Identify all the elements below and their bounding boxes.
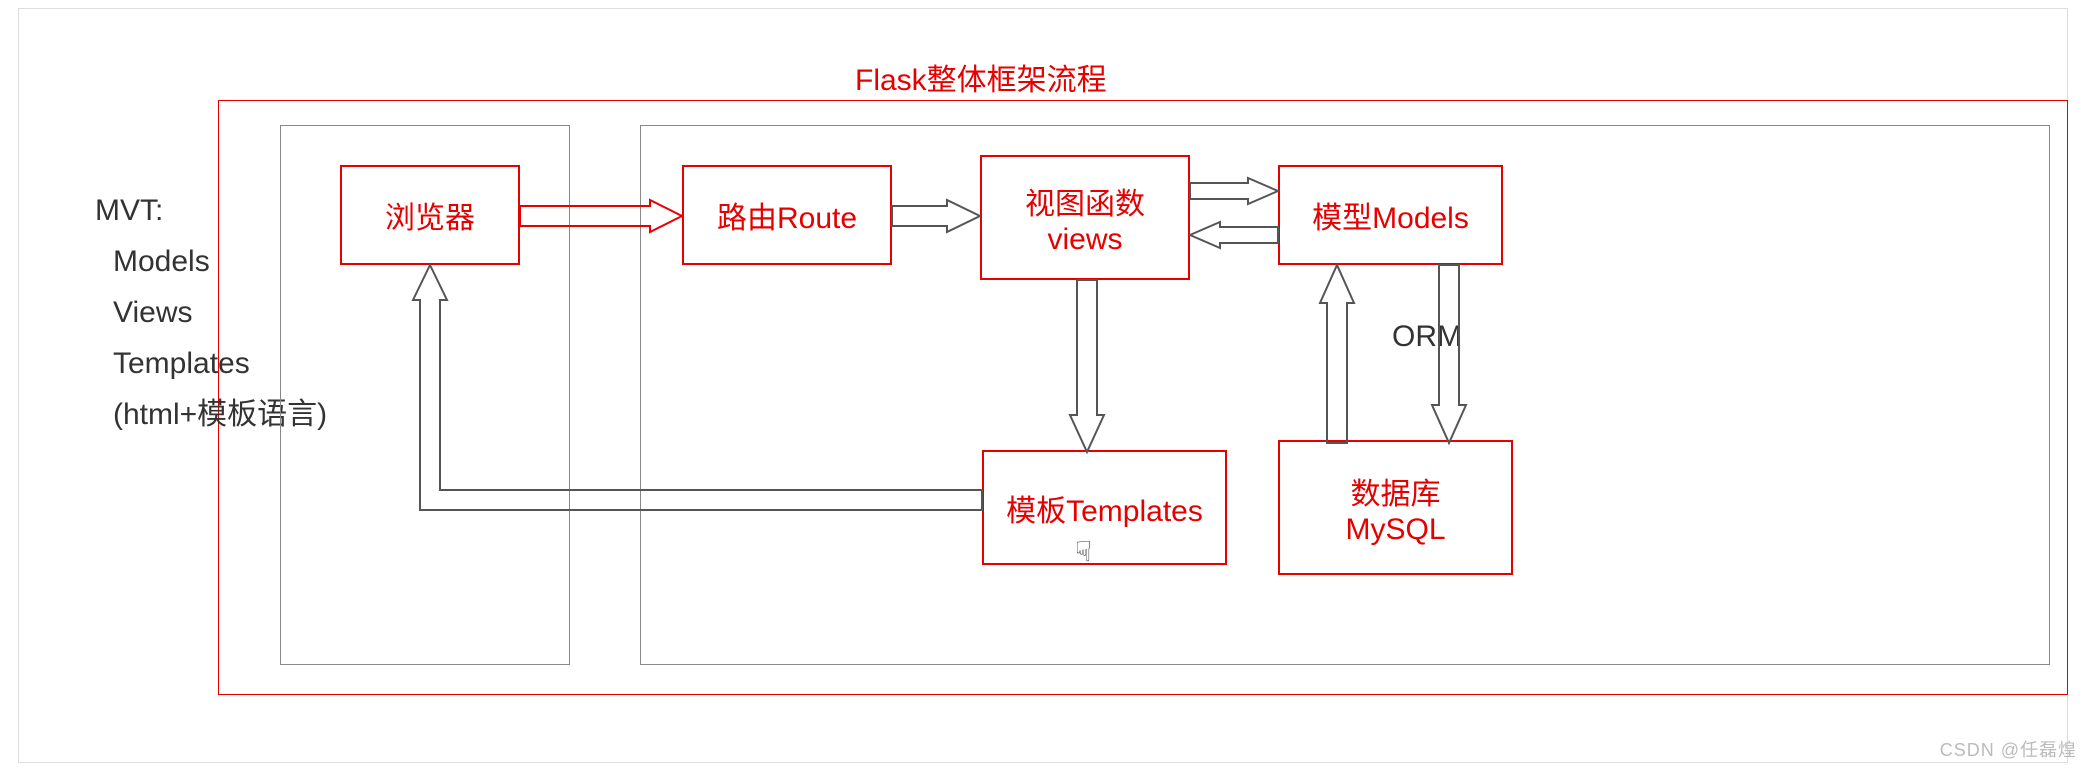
box-models: 模型Models (1278, 165, 1503, 265)
box-browser: 浏览器 (340, 165, 520, 265)
arrow-browser-to-route (520, 200, 685, 240)
box-browser-label: 浏览器 (385, 193, 475, 237)
box-route-label: 路由Route (717, 193, 857, 237)
arrow-db-to-models (1320, 265, 1360, 445)
diagram-title: Flask整体框架流程 (855, 55, 1107, 99)
arrow-templates-to-browser (407, 265, 987, 515)
arrow-views-to-models (1190, 178, 1280, 208)
box-templates-label: 模板Templates (1006, 486, 1203, 530)
arrow-views-to-templates (1070, 280, 1110, 455)
box-db-label2: MySQL (1345, 513, 1445, 547)
box-database: 数据库 MySQL (1278, 440, 1513, 575)
box-views: 视图函数 views (980, 155, 1190, 280)
box-views-label2: views (1047, 223, 1122, 257)
watermark: CSDN @任磊煌 (1940, 736, 2077, 762)
arrow-models-to-db (1432, 265, 1472, 445)
box-templates: 模板Templates (982, 450, 1227, 565)
box-models-label: 模型Models (1312, 193, 1469, 237)
cursor-icon: ☟ (1075, 535, 1092, 568)
box-db-label1: 数据库 (1351, 469, 1441, 513)
arrow-route-to-views (892, 200, 982, 240)
arrow-models-to-views (1190, 222, 1280, 252)
box-route: 路由Route (682, 165, 892, 265)
box-views-label1: 视图函数 (1025, 179, 1145, 223)
